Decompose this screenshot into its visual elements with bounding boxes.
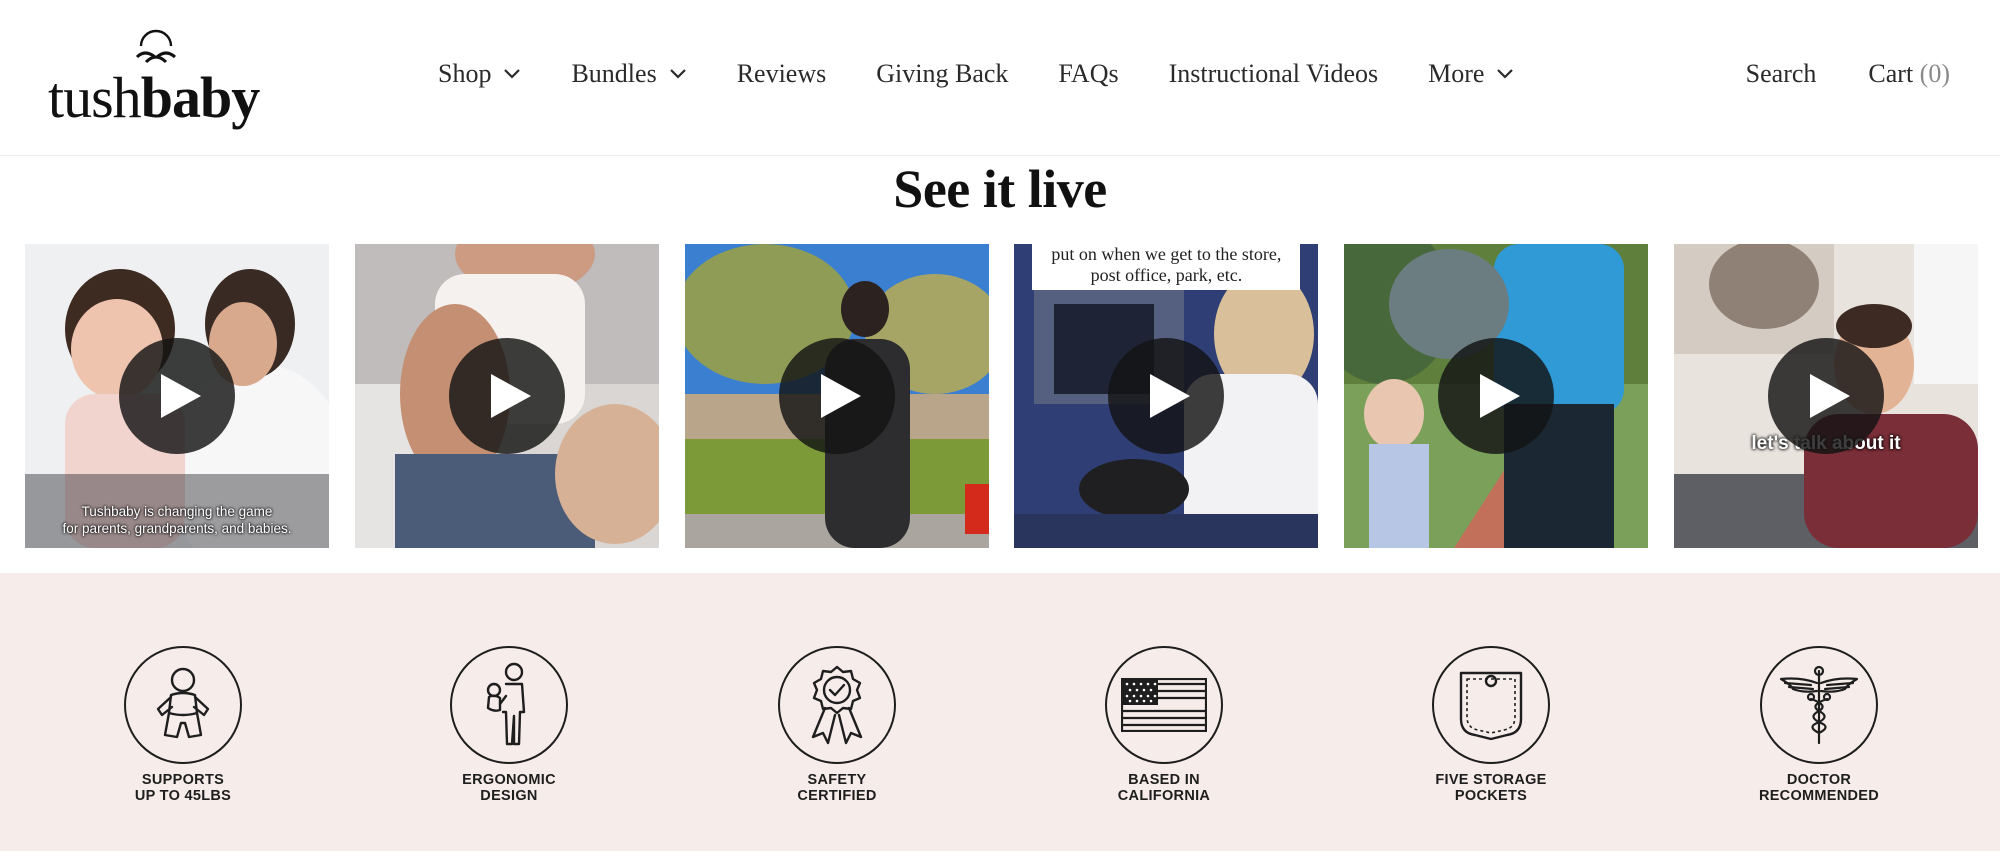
play-button[interactable]	[119, 338, 235, 454]
video-card-3[interactable]	[684, 244, 989, 548]
logo-light-text: tush	[48, 65, 142, 130]
feature-label: DOCTOR RECOMMENDED	[1699, 772, 1939, 804]
caption-line: post office, park, etc.	[1090, 265, 1243, 285]
main-nav: Shop Bundles Reviews Giving Back FAQs In…	[438, 52, 1564, 96]
video-card-4[interactable]: put on when we get to the store, post of…	[1014, 244, 1319, 548]
feature-label-line: CERTIFIED	[797, 787, 877, 804]
video-card-5[interactable]	[1344, 244, 1649, 548]
feature-label: SAFETY CERTIFIED	[717, 772, 957, 804]
play-icon	[161, 374, 201, 418]
caption-line: put on when we get to the store,	[1051, 244, 1282, 264]
feature-doctor: DOCTOR RECOMMENDED	[1699, 646, 1939, 804]
cart-count: (0)	[1919, 59, 1950, 88]
video-card-6[interactable]: let's talk about it	[1673, 244, 1978, 548]
feature-california: BASED IN CALIFORNIA	[1044, 646, 1284, 804]
section-title: See it live	[893, 159, 1107, 219]
chevron-down-icon	[669, 68, 687, 80]
feature-safety: SAFETY CERTIFIED	[717, 646, 957, 804]
caduceus-icon	[1779, 665, 1859, 745]
feature-icon-circle	[450, 646, 568, 764]
play-icon	[820, 374, 861, 418]
nav-item-giving-back[interactable]: Giving Back	[876, 59, 1008, 89]
video-card-1[interactable]: Tushbaby is changing the game for parent…	[25, 244, 329, 548]
feature-supports: SUPPORTS UP TO 45LBS	[63, 646, 303, 804]
feature-label-line: FIVE STORAGE	[1435, 772, 1547, 788]
caption-line: Tushbaby is changing the game	[81, 504, 273, 519]
feature-icon-circle	[778, 646, 896, 764]
play-icon	[490, 374, 531, 418]
video-caption: put on when we get to the store, post of…	[1032, 244, 1301, 290]
nav-item-label: Bundles	[571, 59, 657, 88]
nav-item-bundles[interactable]: Bundles	[571, 59, 686, 89]
cart-link[interactable]: Cart (0)	[1868, 59, 1950, 89]
caption-line: for parents, grandparents, and babies.	[62, 521, 292, 536]
nav-item-label: Shop	[438, 59, 492, 88]
feature-pockets: FIVE STORAGE POCKETS	[1371, 646, 1611, 804]
video-card-2[interactable]	[354, 244, 659, 548]
play-button[interactable]	[1438, 338, 1555, 454]
logo-bold-text: baby	[140, 65, 261, 130]
feature-label-line: CALIFORNIA	[1117, 787, 1211, 804]
nav-item-faqs[interactable]: FAQs	[1058, 59, 1118, 89]
feature-label: BASED IN CALIFORNIA	[1044, 772, 1284, 804]
feature-label-line: SUPPORTS	[141, 772, 225, 788]
feature-label: ERGONOMIC DESIGN	[389, 772, 629, 804]
feature-label-line: BASED IN	[1128, 772, 1200, 788]
play-icon	[1150, 374, 1191, 418]
chevron-down-icon	[503, 68, 521, 80]
search-link[interactable]: Search	[1746, 59, 1817, 89]
feature-label: SUPPORTS UP TO 45LBS	[63, 772, 303, 804]
play-button[interactable]	[1767, 338, 1884, 454]
nav-item-label: Giving Back	[876, 59, 1009, 88]
logo-wordmark: tushbaby	[48, 65, 261, 130]
feature-icon-circle	[124, 646, 242, 764]
nav-item-instructional-videos[interactable]: Instructional Videos	[1169, 59, 1379, 89]
feature-icon-circle	[1105, 646, 1223, 764]
play-button[interactable]	[1108, 338, 1225, 454]
pocket-icon	[1459, 671, 1523, 741]
tushbaby-logo[interactable]: tushbaby	[48, 24, 263, 134]
chevron-down-icon	[1496, 68, 1514, 80]
play-button[interactable]	[778, 338, 895, 454]
header-actions: Search Cart (0)	[1694, 52, 1950, 96]
nav-item-label: More	[1428, 59, 1485, 88]
parent-holding-baby-icon	[486, 662, 526, 746]
nav-item-more[interactable]: More	[1428, 59, 1514, 89]
feature-label-line: POCKETS	[1454, 787, 1528, 804]
feature-label-line: RECOMMENDED	[1758, 787, 1880, 804]
video-carousel: Tushbaby is changing the game for parent…	[25, 244, 1978, 548]
play-icon	[1809, 374, 1850, 418]
feature-icon-circle	[1432, 646, 1550, 764]
features-band: SUPPORTS UP TO 45LBS ERGONOMIC DESIGN SA…	[0, 573, 2000, 851]
feature-icon-circle	[1760, 646, 1878, 764]
site-header: tushbaby Shop Bundles Reviews Giving Bac…	[0, 0, 2000, 156]
nav-item-label: FAQs	[1058, 59, 1119, 88]
baby-icon	[156, 667, 210, 739]
feature-ergonomic: ERGONOMIC DESIGN	[389, 646, 629, 804]
award-ribbon-check-icon	[811, 665, 863, 745]
nav-item-shop[interactable]: Shop	[438, 59, 521, 89]
play-icon	[1480, 374, 1521, 418]
nav-item-reviews[interactable]: Reviews	[737, 59, 827, 89]
feature-label-line: DESIGN	[480, 787, 538, 804]
nav-item-label: Instructional Videos	[1168, 59, 1379, 88]
feature-label-line: ERGONOMIC	[462, 772, 556, 788]
feature-label-line: UP TO 45LBS	[134, 787, 232, 804]
nav-item-label: Reviews	[736, 59, 827, 88]
play-button[interactable]	[448, 338, 565, 454]
video-caption: Tushbaby is changing the game for parent…	[25, 503, 329, 537]
us-flag-icon	[1121, 678, 1207, 732]
feature-label: FIVE STORAGE POCKETS	[1371, 772, 1611, 804]
feature-label-line: DOCTOR	[1786, 772, 1852, 788]
cart-label: Cart	[1868, 59, 1914, 88]
feature-label-line: SAFETY	[807, 772, 867, 788]
sunrise-logo-icon	[135, 29, 176, 64]
